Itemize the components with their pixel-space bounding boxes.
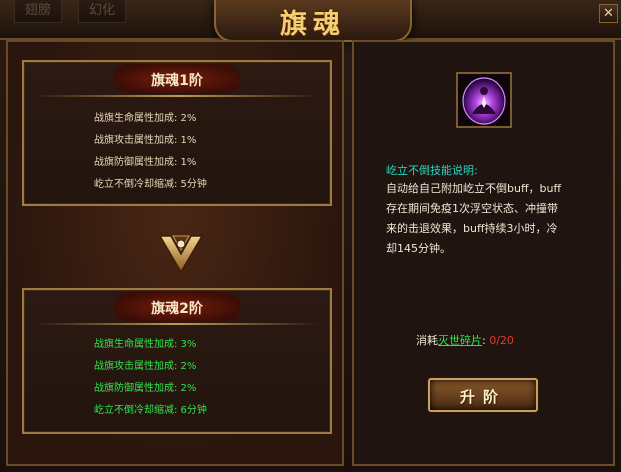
cost-material-link[interactable]: 灭世碎片 bbox=[438, 334, 482, 347]
upgrade-button-label: 升阶 bbox=[459, 388, 506, 406]
upgrade-cost: 消耗灭世碎片: 0/20 bbox=[416, 332, 514, 348]
divider bbox=[34, 95, 320, 97]
stat-line: 战旗攻击属性加成: 1% bbox=[94, 135, 197, 146]
stat-line: 屹立不倒冷却缩减: 5分钟 bbox=[94, 179, 207, 190]
skill-info-panel: 屹立不倒技能说明: 自动给自己附加屹立不倒buff，buff 存在期间免疫1次浮… bbox=[352, 40, 615, 466]
stat-line: 战旗生命属性加成: 2% bbox=[94, 113, 197, 124]
close-button[interactable]: ✕ bbox=[599, 4, 618, 23]
divider bbox=[34, 323, 320, 325]
stat-line: 战旗防御属性加成: 2% bbox=[94, 383, 197, 394]
window-title: 旗魂 bbox=[280, 9, 346, 40]
stat-line: 屹立不倒冷却缩减: 6分钟 bbox=[94, 405, 207, 416]
flag-soul-window: 翅膀 幻化 旗魂 ✕ 旗魂1阶 战旗生命属性加成: 2% 战旗攻击属性加成: 1… bbox=[0, 0, 621, 472]
current-stage-card: 旗魂1阶 战旗生命属性加成: 2% 战旗攻击属性加成: 1% 战旗防御属性加成:… bbox=[22, 60, 332, 206]
card-title-plate: 旗魂1阶 bbox=[114, 64, 240, 94]
stat-line: 战旗防御属性加成: 1% bbox=[94, 157, 197, 168]
skill-description-line: 自动给自己附加屹立不倒buff，buff bbox=[386, 182, 562, 195]
stat-line: 战旗生命属性加成: 3% bbox=[94, 339, 197, 350]
cost-count: 0/20 bbox=[489, 334, 514, 347]
cost-label: 消耗 bbox=[416, 334, 438, 347]
skill-description-line: 却145分钟。 bbox=[386, 242, 451, 255]
stat-line: 战旗攻击属性加成: 2% bbox=[94, 361, 197, 372]
skill-description-line: 来的击退效果，buff持续3小时，冷 bbox=[386, 222, 558, 235]
next-stage-card: 旗魂2阶 战旗生命属性加成: 3% 战旗攻击属性加成: 2% 战旗防御属性加成:… bbox=[22, 288, 332, 434]
purple-shield-aura-icon bbox=[458, 74, 510, 126]
background-tab-transform[interactable]: 幻化 bbox=[78, 0, 127, 23]
next-stage-title: 旗魂2阶 bbox=[151, 301, 203, 317]
upgrade-button[interactable]: 升阶 bbox=[428, 378, 538, 412]
current-stage-title: 旗魂1阶 bbox=[151, 73, 203, 89]
card-title-plate: 旗魂2阶 bbox=[114, 292, 240, 322]
arrow-down-icon bbox=[158, 235, 204, 274]
close-icon: ✕ bbox=[603, 6, 614, 21]
skill-description-line: 存在期间免疫1次浮空状态、冲撞带 bbox=[386, 202, 558, 215]
title-plate: 旗魂 bbox=[214, 0, 412, 42]
background-tab-wings[interactable]: 翅膀 bbox=[14, 0, 63, 23]
stage-comparison-panel: 旗魂1阶 战旗生命属性加成: 2% 战旗攻击属性加成: 1% 战旗防御属性加成:… bbox=[6, 40, 344, 466]
skill-description-title: 屹立不倒技能说明: bbox=[386, 164, 478, 177]
skill-icon-slot[interactable] bbox=[456, 72, 512, 128]
